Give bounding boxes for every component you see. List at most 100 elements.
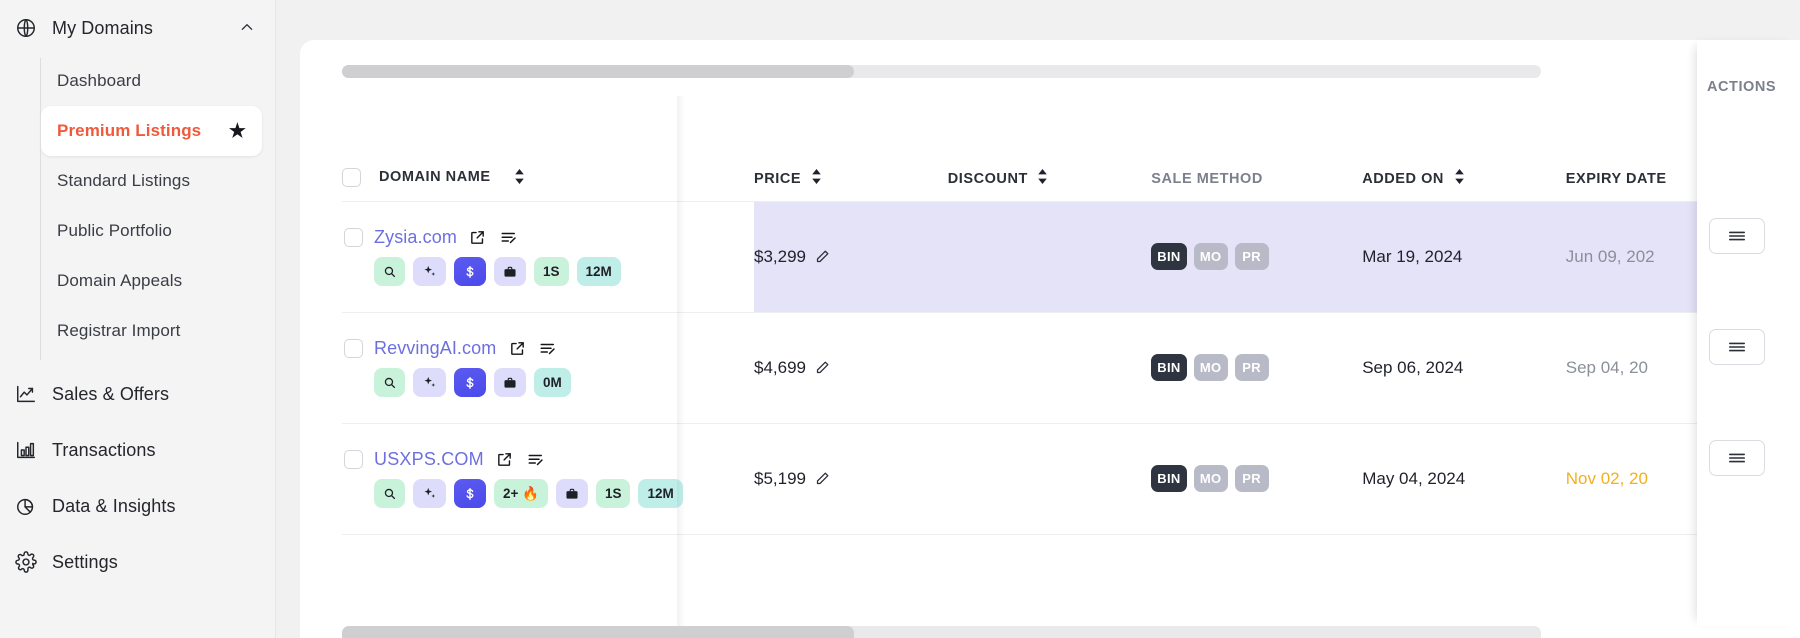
domain-name-link[interactable]: Zysia.com bbox=[374, 227, 457, 248]
badge-sparkle[interactable] bbox=[413, 368, 446, 397]
badge-briefcase[interactable] bbox=[555, 479, 588, 508]
external-link-icon[interactable] bbox=[468, 228, 488, 248]
notes-edit-icon[interactable] bbox=[538, 339, 558, 359]
row-checkbox[interactable] bbox=[344, 450, 363, 469]
sale-method-bin[interactable]: BIN bbox=[1151, 465, 1187, 492]
cell-added-on: May 04, 2024 bbox=[1362, 423, 1566, 535]
column-header-added-on[interactable]: ADDED ON bbox=[1362, 96, 1566, 202]
table-row[interactable]: USXPS.COM 2+ 🔥 1S 12M $5,199 BIN MO PR M… bbox=[342, 423, 1762, 535]
sale-method-pr[interactable]: PR bbox=[1234, 465, 1269, 492]
cell-discount[interactable] bbox=[947, 201, 1152, 313]
sale-method-mo[interactable]: MO bbox=[1193, 243, 1228, 270]
cell-domain-name: Zysia.com 1S 12M bbox=[342, 201, 755, 313]
badge-text[interactable]: 1S bbox=[534, 257, 569, 286]
sidebar-item-label: Standard Listings bbox=[57, 171, 191, 190]
column-header-sale-method: SALE METHOD bbox=[1151, 96, 1363, 202]
sidebar-item-label: Domain Appeals bbox=[57, 271, 183, 290]
badge-magnifier[interactable] bbox=[374, 368, 405, 397]
scrollbar-thumb[interactable] bbox=[342, 626, 854, 638]
sidebar-group-label: My Domains bbox=[52, 17, 154, 38]
actions-column: ACTIONS bbox=[1697, 40, 1800, 626]
sidebar-item-sales-offers[interactable]: Sales & Offers bbox=[0, 366, 275, 422]
badge-briefcase[interactable] bbox=[494, 368, 526, 397]
column-header-price[interactable]: PRICE bbox=[754, 96, 948, 202]
horizontal-scrollbar-top[interactable] bbox=[342, 65, 1541, 78]
row-menu-button[interactable] bbox=[1709, 440, 1765, 476]
row-checkbox[interactable] bbox=[344, 228, 363, 247]
sidebar-item-standard-listings[interactable]: Standard Listings bbox=[41, 156, 262, 206]
cell-sale-method: BIN MO PR bbox=[1151, 312, 1363, 424]
sidebar-item-premium-listings[interactable]: Premium Listings ★ bbox=[41, 106, 262, 156]
chevron-up-icon[interactable] bbox=[237, 18, 257, 38]
badge-dollar[interactable] bbox=[454, 479, 486, 508]
pencil-icon[interactable] bbox=[815, 360, 830, 375]
badge-magnifier[interactable] bbox=[374, 479, 405, 508]
badge-text[interactable]: 1S bbox=[595, 479, 631, 508]
badge-briefcase[interactable] bbox=[494, 257, 526, 286]
column-header-label: DISCOUNT bbox=[947, 170, 1028, 187]
table-row[interactable]: Zysia.com 1S 12M $3,299 BIN MO PR Mar 19… bbox=[342, 201, 1762, 313]
external-link-icon[interactable] bbox=[495, 450, 515, 470]
cell-discount[interactable] bbox=[947, 312, 1152, 424]
notes-edit-icon[interactable] bbox=[526, 450, 546, 470]
bar-chart-icon bbox=[14, 438, 38, 462]
row-checkbox[interactable] bbox=[344, 339, 363, 358]
sale-method-pr[interactable]: PR bbox=[1234, 354, 1269, 381]
sidebar-item-dashboard[interactable]: Dashboard bbox=[41, 56, 262, 106]
domain-name-link[interactable]: RevvingAI.com bbox=[374, 338, 496, 359]
sidebar-item-public-portfolio[interactable]: Public Portfolio bbox=[41, 206, 262, 256]
sort-icon[interactable] bbox=[1454, 168, 1465, 188]
scrollbar-thumb[interactable] bbox=[342, 65, 854, 78]
column-header-label: EXPIRY DATE bbox=[1565, 170, 1667, 187]
badge-text[interactable]: 12M bbox=[576, 257, 621, 286]
domain-name-link[interactable]: USXPS.COM bbox=[374, 449, 484, 470]
sort-icon[interactable] bbox=[811, 168, 822, 188]
sidebar-item-registrar-import[interactable]: Registrar Import bbox=[41, 306, 262, 356]
sidebar-item-domain-appeals[interactable]: Domain Appeals bbox=[41, 256, 262, 306]
premium-listings-table: DOMAIN NAME PRICE DISCOUNT SALE METHOD A… bbox=[342, 96, 1762, 535]
pencil-icon[interactable] bbox=[815, 249, 830, 264]
badge-dollar[interactable] bbox=[454, 257, 486, 286]
row-badges: 0M bbox=[344, 368, 754, 397]
pencil-icon[interactable] bbox=[815, 471, 830, 486]
row-menu-button[interactable] bbox=[1709, 218, 1765, 254]
cell-sale-method: BIN MO PR bbox=[1151, 201, 1363, 313]
trending-up-icon bbox=[14, 382, 38, 406]
external-link-icon[interactable] bbox=[507, 339, 527, 359]
sort-icon[interactable] bbox=[1037, 168, 1048, 188]
globe-icon bbox=[14, 16, 38, 40]
badge-sparkle[interactable] bbox=[413, 257, 446, 286]
column-header-actions: ACTIONS bbox=[1707, 79, 1777, 95]
sale-method-pr[interactable]: PR bbox=[1234, 243, 1269, 270]
sale-method-bin[interactable]: BIN bbox=[1151, 243, 1187, 270]
sidebar-item-transactions[interactable]: Transactions bbox=[0, 422, 275, 478]
sidebar-group-my-domains[interactable]: My Domains bbox=[0, 0, 275, 56]
row-menu-button[interactable] bbox=[1709, 329, 1765, 365]
horizontal-scrollbar-bottom[interactable] bbox=[342, 626, 1541, 638]
table-row[interactable]: RevvingAI.com 0M $4,699 BIN MO PR Sep 06… bbox=[342, 312, 1762, 424]
column-header-domain-name[interactable]: DOMAIN NAME bbox=[342, 96, 755, 202]
listings-table-wrap: DOMAIN NAME PRICE DISCOUNT SALE METHOD A… bbox=[342, 96, 1800, 626]
sidebar-item-label: Public Portfolio bbox=[57, 221, 172, 240]
badge-sparkle[interactable] bbox=[413, 479, 446, 508]
sidebar-item-settings[interactable]: Settings bbox=[0, 534, 275, 590]
badge-offers-count[interactable]: 2+ 🔥 bbox=[494, 479, 548, 508]
badge-text[interactable]: 12M bbox=[638, 479, 683, 508]
badge-magnifier[interactable] bbox=[374, 257, 405, 286]
badge-dollar[interactable] bbox=[454, 368, 486, 397]
cell-price[interactable]: $4,699 bbox=[754, 312, 948, 424]
sale-method-mo[interactable]: MO bbox=[1193, 465, 1228, 492]
listings-card: DOMAIN NAME PRICE DISCOUNT SALE METHOD A… bbox=[300, 40, 1800, 638]
notes-edit-icon[interactable] bbox=[499, 228, 519, 248]
cell-discount[interactable] bbox=[947, 423, 1152, 535]
cell-price[interactable]: $3,299 bbox=[754, 201, 948, 313]
sidebar-item-data-insights[interactable]: Data & Insights bbox=[0, 478, 275, 534]
column-header-label: ADDED ON bbox=[1362, 170, 1444, 187]
sort-icon[interactable] bbox=[514, 168, 525, 188]
select-all-checkbox[interactable] bbox=[342, 167, 361, 187]
sale-method-mo[interactable]: MO bbox=[1193, 354, 1228, 381]
column-header-discount[interactable]: DISCOUNT bbox=[947, 96, 1152, 202]
badge-text[interactable]: 0M bbox=[534, 368, 571, 397]
sale-method-bin[interactable]: BIN bbox=[1151, 354, 1187, 381]
cell-price[interactable]: $5,199 bbox=[754, 423, 948, 535]
